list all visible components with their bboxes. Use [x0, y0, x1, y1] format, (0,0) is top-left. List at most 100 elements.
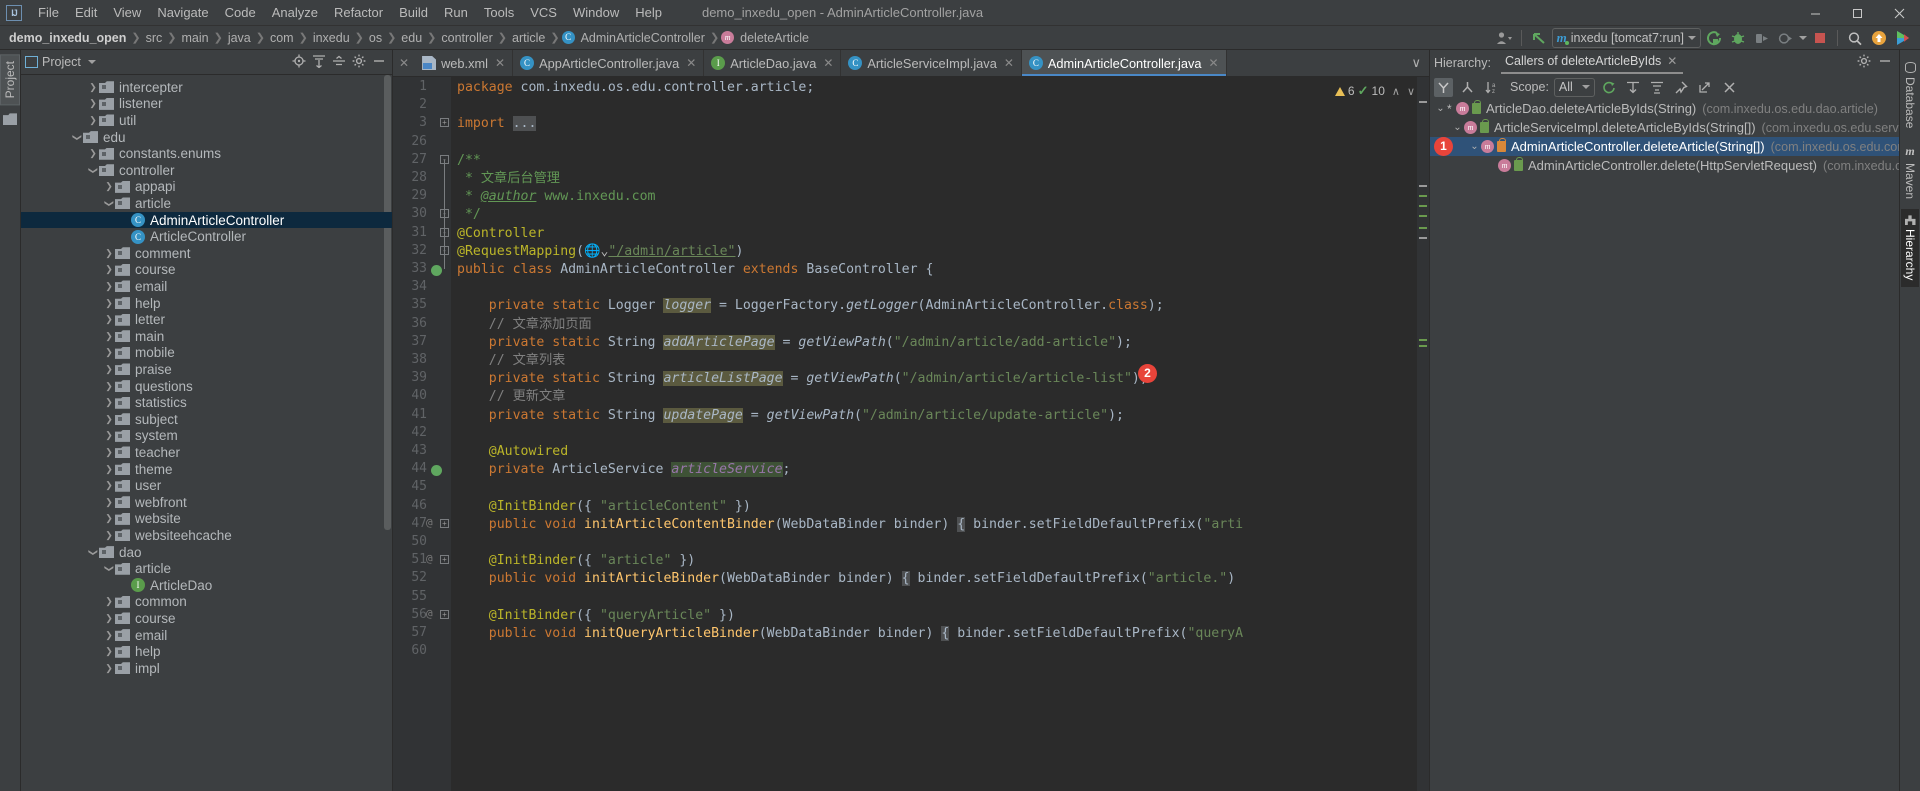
tree-item[interactable]: ❯ edu: [21, 129, 392, 146]
menu-analyze[interactable]: Analyze: [264, 2, 326, 23]
breadcrumb-com[interactable]: com ❯: [267, 30, 310, 46]
code-line[interactable]: private static Logger logger = LoggerFac…: [457, 297, 1164, 315]
error-stripe-marker-bar[interactable]: [1417, 77, 1429, 791]
tree-item[interactable]: ❯ questions: [21, 378, 392, 395]
user-avatar-icon[interactable]: [1493, 27, 1515, 49]
chevron-right-icon[interactable]: ❯: [103, 480, 115, 491]
profile-chevron-down-icon[interactable]: [1799, 36, 1807, 40]
chevron-right-icon[interactable]: ❯: [103, 613, 115, 624]
menu-refactor[interactable]: Refactor: [326, 2, 391, 23]
expand-all-icon[interactable]: [312, 54, 326, 71]
code-line[interactable]: private static String addArticlePage = g…: [457, 334, 1132, 352]
chevron-right-icon[interactable]: ❯: [87, 82, 99, 93]
chevron-right-icon[interactable]: ❯: [103, 497, 115, 508]
hierarchy-tree[interactable]: 1 ⌄ * m ArticleDao.deleteArticleByIds(Strin…: [1430, 99, 1899, 791]
chevron-right-icon[interactable]: ❯: [103, 630, 115, 641]
code-line[interactable]: import ...: [457, 115, 537, 133]
maximize-button[interactable]: [1836, 0, 1878, 26]
tree-item[interactable]: ❯ article: [21, 195, 392, 212]
chevron-right-icon[interactable]: ❯: [103, 281, 115, 292]
code-line[interactable]: @Controller: [457, 225, 544, 243]
code-line[interactable]: @InitBinder({ "article" }): [457, 552, 695, 570]
menu-edit[interactable]: Edit: [67, 2, 105, 23]
pin-icon[interactable]: [1672, 78, 1691, 97]
chevron-down-icon[interactable]: ⌄: [1434, 103, 1447, 114]
editor-tab-close-icon[interactable]: ✕: [1209, 56, 1219, 70]
undo-arrow-icon[interactable]: [1528, 27, 1550, 49]
close-icon[interactable]: [1720, 78, 1739, 97]
run-button[interactable]: [1703, 27, 1725, 49]
run-configuration-selector[interactable]: m inxedu [tomcat7:run]: [1551, 28, 1701, 48]
tool-window-tab-hierarchy[interactable]: Hierarchy: [1901, 209, 1919, 287]
update-project-icon[interactable]: [1868, 27, 1890, 49]
code-fold-toggle[interactable]: +: [440, 518, 449, 528]
tree-item[interactable]: ❯ course: [21, 262, 392, 279]
tree-item[interactable]: ❯ constants.enums: [21, 145, 392, 162]
structure-icon[interactable]: [3, 113, 17, 126]
tab-scroll-left-icon[interactable]: ✕: [393, 50, 415, 76]
code-line[interactable]: public void initArticleContentBinder(Web…: [457, 516, 1243, 534]
hide-panel-icon[interactable]: [1878, 54, 1892, 71]
chevron-right-icon[interactable]: ❯: [103, 397, 115, 408]
code-line[interactable]: */: [457, 206, 481, 224]
tree-item[interactable]: ❯ webfront: [21, 494, 392, 511]
spring-bean-gutter-icon[interactable]: [431, 265, 442, 276]
chevron-right-icon[interactable]: ❯: [103, 530, 115, 541]
menu-code[interactable]: Code: [217, 2, 264, 23]
tree-item-selected[interactable]: ❯CAdminArticleController: [21, 211, 392, 229]
menu-window[interactable]: Window: [565, 2, 627, 23]
hierarchy-row[interactable]: m AdminArticleController.delete(HttpServl…: [1430, 156, 1899, 175]
tree-item[interactable]: ❯ help: [21, 295, 392, 312]
menu-file[interactable]: File: [30, 2, 67, 23]
chevron-right-icon[interactable]: ❯: [103, 298, 115, 309]
chevron-down-icon[interactable]: ❯: [88, 164, 99, 176]
chevron-right-icon[interactable]: ❯: [103, 596, 115, 607]
code-line[interactable]: private ArticleService articleService;: [457, 461, 791, 479]
chevron-down-icon[interactable]: ❯: [72, 131, 83, 143]
run-anything-icon[interactable]: [1892, 27, 1914, 49]
chevron-down-icon[interactable]: ❯: [88, 546, 99, 558]
editor-tab-apparticlecontroller-java[interactable]: C AppArticleController.java ✕: [513, 50, 705, 76]
breadcrumb-os[interactable]: os ❯: [366, 30, 398, 46]
minimize-button[interactable]: [1794, 0, 1836, 26]
menu-tools[interactable]: Tools: [476, 2, 522, 23]
locate-icon[interactable]: [292, 54, 306, 71]
code-line[interactable]: public class AdminArticleController exte…: [457, 261, 933, 279]
chevron-right-icon[interactable]: ❯: [103, 364, 115, 375]
spring-bean-gutter-icon[interactable]: [431, 465, 442, 477]
tool-window-tab-database[interactable]: Database: [1901, 56, 1919, 134]
chevron-right-icon[interactable]: ❯: [103, 181, 115, 192]
tool-window-tab-maven[interactable]: m Maven: [1901, 138, 1919, 205]
editor-gutter[interactable]: 1 2 3 26 27 28 29 30 31 32 33 34 35 36 37 38 39 40 41 42 43 4…: [393, 77, 451, 791]
editor-tab-adminarticlecontroller-java[interactable]: C AdminArticleController.java ✕: [1021, 50, 1227, 76]
chevron-right-icon[interactable]: ❯: [103, 264, 115, 275]
code-line[interactable]: @InitBinder({ "queryArticle" }): [457, 607, 735, 625]
chevron-right-icon[interactable]: ❯: [103, 464, 115, 475]
project-tree[interactable]: ❯ intercepter ❯ listener ❯ util ❯ edu ❯ constants…: [21, 75, 392, 791]
breadcrumb-class[interactable]: C AdminArticleController ❯: [561, 30, 722, 46]
expand-all-icon[interactable]: [1624, 78, 1643, 97]
breadcrumb-edu[interactable]: edu ❯: [398, 30, 438, 46]
editor-tab-web-xml[interactable]: web.xml ✕: [415, 50, 514, 76]
tree-item[interactable]: ❯ theme: [21, 461, 392, 478]
chevron-right-icon[interactable]: ❯: [103, 414, 115, 425]
tree-item[interactable]: ❯ comment: [21, 245, 392, 262]
tree-item[interactable]: ❯CArticleController: [21, 228, 392, 245]
override-marker-icon[interactable]: @: [426, 552, 433, 565]
chevron-down-icon[interactable]: ❯: [104, 197, 115, 209]
chevron-right-icon[interactable]: ❯: [103, 663, 115, 674]
search-everywhere-icon[interactable]: [1844, 27, 1866, 49]
code-line[interactable]: private static String articleListPage = …: [457, 370, 1148, 388]
menu-vcs[interactable]: VCS: [522, 2, 565, 23]
hierarchy-row[interactable]: ⌄ * m ArticleDao.deleteArticleByIds(String)…: [1430, 99, 1899, 118]
breadcrumb-java[interactable]: java ❯: [225, 30, 267, 46]
settings-gear-icon[interactable]: [352, 54, 366, 71]
callees-hierarchy-icon[interactable]: [1458, 78, 1477, 97]
editor-tab-close-icon[interactable]: ✕: [686, 56, 696, 70]
export-icon[interactable]: [1696, 78, 1715, 97]
tree-item[interactable]: ❯ statistics: [21, 394, 392, 411]
settings-gear-icon[interactable]: [1857, 54, 1871, 71]
tree-item[interactable]: ❯ teacher: [21, 444, 392, 461]
breadcrumb-method[interactable]: m deleteArticle: [721, 30, 812, 46]
tree-item[interactable]: ❯ controller: [21, 162, 392, 179]
